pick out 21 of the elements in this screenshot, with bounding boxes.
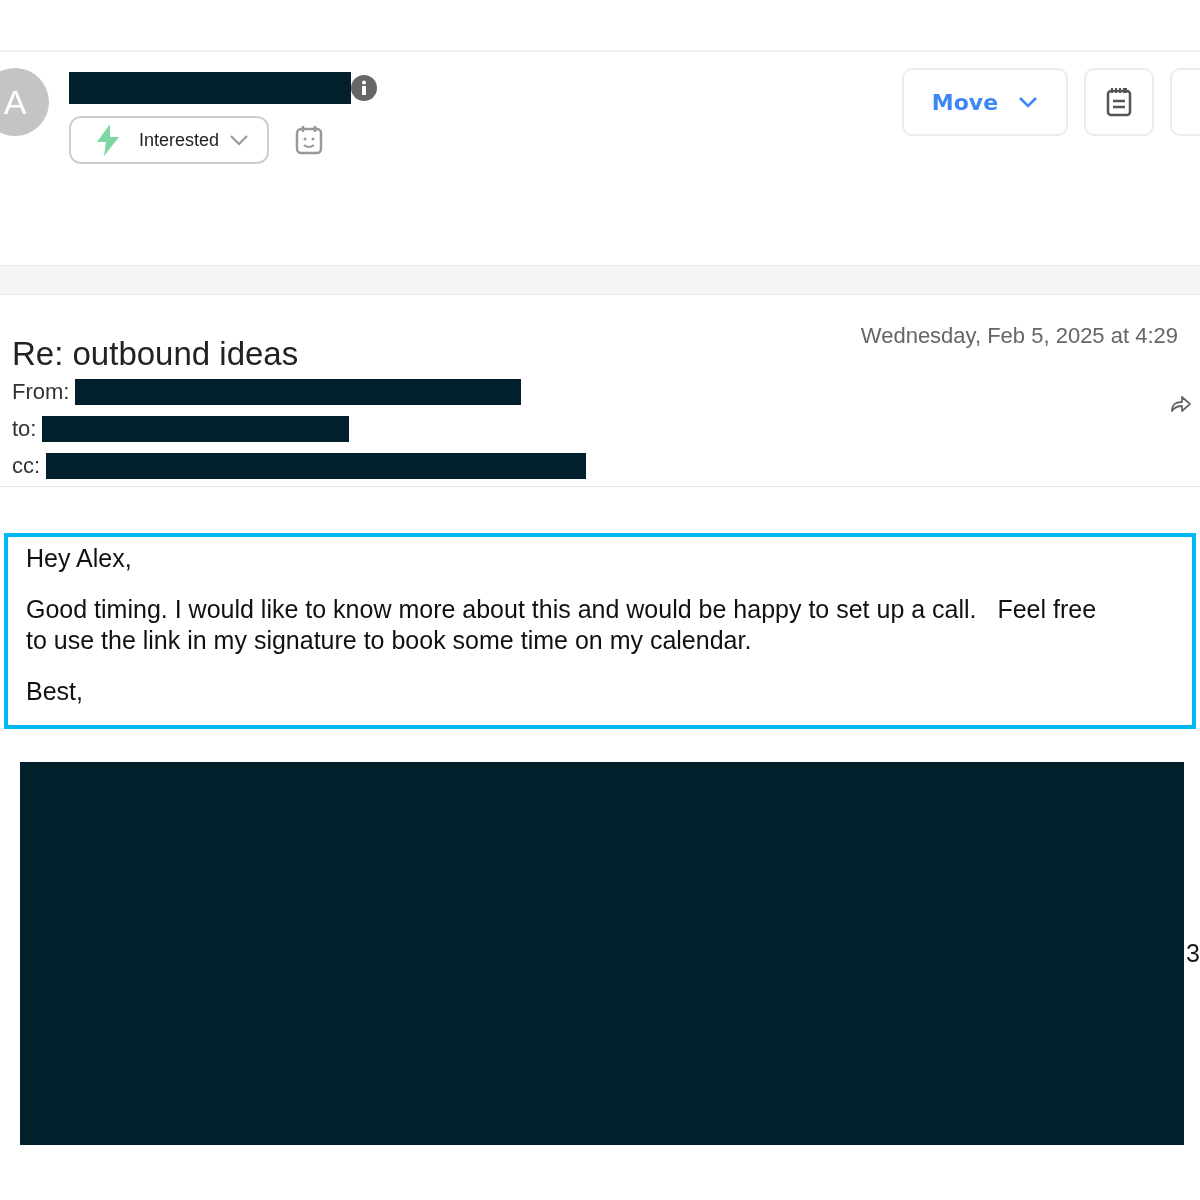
email-subject: Re: outbound ideas [12, 335, 299, 373]
lightning-icon [95, 124, 121, 156]
field-label: From: [12, 378, 70, 405]
chevron-down-icon [1018, 96, 1039, 108]
body-text: Best, [26, 676, 84, 707]
avatar: A [0, 68, 49, 136]
calendar-icon[interactable] [295, 125, 324, 155]
notes-button[interactable] [1084, 68, 1154, 136]
field-label: cc: [12, 452, 41, 479]
signature-text: 3 [1186, 939, 1200, 968]
email-date: Wednesday, Feb 5, 2025 at 4:29 [860, 323, 1178, 349]
forward-icon[interactable] [1170, 395, 1192, 413]
body-text: Good timing. I would like to know more about this and would be happy to set up a call. Feel free [26, 594, 1098, 625]
field-label: to: [12, 415, 37, 442]
move-button[interactable]: Move [902, 68, 1068, 136]
notepad-icon [1106, 87, 1132, 117]
body-text: to use the link in my signature to book some time on my calendar. [26, 625, 753, 656]
chevron-down-icon [229, 134, 250, 146]
info-icon[interactable] [351, 75, 377, 101]
body-text: Hey Alex, [26, 543, 133, 574]
status-dropdown[interactable]: Interested [69, 116, 270, 164]
